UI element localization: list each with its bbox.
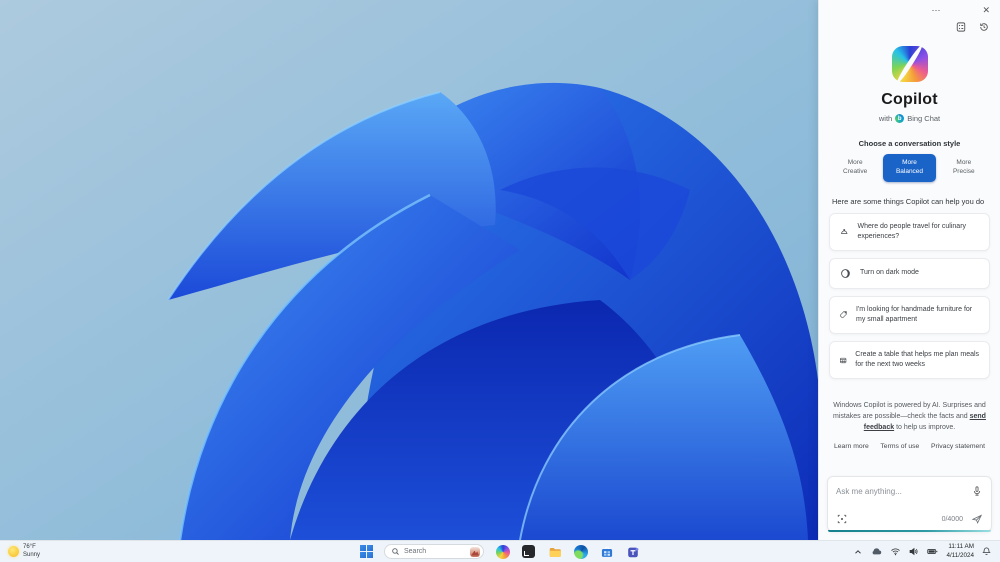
panel-window-controls: ⋯ ✕: [819, 0, 1000, 15]
microphone-icon[interactable]: [971, 485, 983, 497]
panel-subtitle: with b Bing Chat: [819, 114, 1000, 123]
suggestion-text: Turn on dark mode: [860, 269, 919, 277]
weather-widget[interactable]: 76°F Sunny: [8, 544, 40, 559]
close-icon[interactable]: ✕: [982, 5, 990, 15]
style-option-label: More: [956, 159, 972, 166]
taskbar-center: Search: [360, 541, 640, 562]
suggestion-text: Create a table that helps me plan meals …: [855, 351, 980, 369]
desktop-wallpaper: [0, 0, 818, 540]
copilot-taskbar-icon[interactable]: [495, 544, 510, 559]
hidden-icons-chevron[interactable]: [853, 547, 863, 557]
copilot-logo: [891, 46, 928, 82]
table-icon: [840, 357, 847, 363]
suggestion-card-dark-mode[interactable]: Turn on dark mode: [829, 257, 990, 289]
disclaimer-text: Windows Copilot is powered by AI. Surpri…: [833, 402, 986, 421]
edge-icon[interactable]: [573, 544, 588, 559]
learn-more-link[interactable]: Learn more: [834, 443, 869, 450]
more-options-button[interactable]: ⋯: [931, 5, 940, 15]
sun-icon: [8, 546, 19, 557]
char-counter: 0/4000: [941, 515, 963, 523]
suggestion-text: Where do people travel for culinary expe…: [857, 222, 967, 240]
chat-input-box: 0/4000: [827, 476, 992, 532]
wifi-icon[interactable]: [890, 546, 901, 557]
tray-date: 4/11/2024: [946, 551, 974, 559]
search-placeholder: Search: [404, 548, 427, 555]
start-button[interactable]: [360, 545, 373, 558]
disclaimer-text: to help us improve.: [894, 424, 956, 432]
style-option-label: More: [847, 159, 863, 166]
search-highlight-image: [470, 546, 480, 557]
search-icon: [392, 548, 399, 555]
copilot-panel: ⋯ ✕ Copilot with b Bing Chat Choose a co…: [818, 0, 1000, 540]
chat-input[interactable]: [836, 486, 965, 496]
screen: ⋯ ✕ Copilot with b Bing Chat Choose a co…: [0, 0, 1000, 562]
privacy-statement-link[interactable]: Privacy statement: [931, 443, 985, 450]
terms-of-use-link[interactable]: Terms of use: [880, 443, 919, 450]
clock[interactable]: 11:11 AM 4/11/2024: [946, 543, 974, 559]
notebook-icon[interactable]: [955, 21, 967, 33]
subtitle-prefix: with: [878, 114, 893, 123]
style-more-creative-button[interactable]: More Creative: [829, 154, 881, 182]
page-title: Copilot: [881, 91, 938, 108]
tag-icon: [839, 311, 847, 319]
file-explorer-icon[interactable]: [547, 544, 562, 559]
notification-bell-icon[interactable]: [981, 546, 992, 557]
style-chooser-label: Choose a conversation style: [858, 139, 961, 148]
teams-icon[interactable]: [625, 544, 640, 559]
suggestion-card-meal-plan[interactable]: Create a table that helps me plan meals …: [829, 341, 990, 380]
style-option-label: Precise: [952, 167, 975, 175]
conversation-style-selector: More Creative More Balanced More Precise: [829, 154, 990, 182]
send-icon[interactable]: [971, 513, 983, 525]
style-more-precise-button[interactable]: More Precise: [938, 154, 990, 182]
onedrive-icon[interactable]: [870, 545, 883, 558]
footer-links: Learn more Terms of use Privacy statemen…: [834, 443, 985, 450]
microsoft-store-icon[interactable]: [599, 544, 614, 559]
battery-icon[interactable]: [926, 546, 939, 557]
style-option-label: More: [902, 159, 917, 166]
system-tray: 11:11 AM 4/11/2024: [853, 543, 992, 559]
bing-logo-icon: b: [895, 114, 905, 123]
cloche-icon: [841, 229, 848, 234]
style-option-label: Creative: [843, 167, 868, 175]
weather-text: 76°F Sunny: [23, 544, 40, 559]
weather-condition: Sunny: [23, 551, 41, 558]
subtitle-suffix: Bing Chat: [907, 114, 941, 123]
tray-time: 11:11 AM: [948, 543, 974, 551]
suggestions-heading: Here are some things Copilot can help yo…: [832, 196, 985, 206]
suggestion-card-furniture[interactable]: I'm looking for handmade furniture for m…: [829, 295, 990, 335]
dark-mode-icon: [841, 268, 850, 278]
search-input[interactable]: Search: [384, 544, 484, 559]
panel-toolbar: [819, 15, 1000, 33]
volume-icon[interactable]: [908, 546, 919, 557]
terminal-icon[interactable]: [521, 544, 536, 559]
screenshot-icon[interactable]: [836, 513, 848, 525]
suggestion-card-culinary[interactable]: Where do people travel for culinary expe…: [829, 212, 990, 251]
bloom-artwork: [0, 0, 818, 540]
style-more-balanced-button[interactable]: More Balanced: [883, 154, 936, 182]
suggestion-text: I'm looking for handmade furniture for m…: [856, 305, 973, 323]
ai-disclaimer: Windows Copilot is powered by AI. Surpri…: [832, 401, 987, 434]
taskbar: 76°F Sunny Search 11:11 AM 4/11/2024: [0, 540, 1000, 562]
weather-temp: 76°F: [23, 544, 36, 550]
style-option-label: Balanced: [895, 167, 924, 175]
history-icon[interactable]: [978, 21, 990, 33]
